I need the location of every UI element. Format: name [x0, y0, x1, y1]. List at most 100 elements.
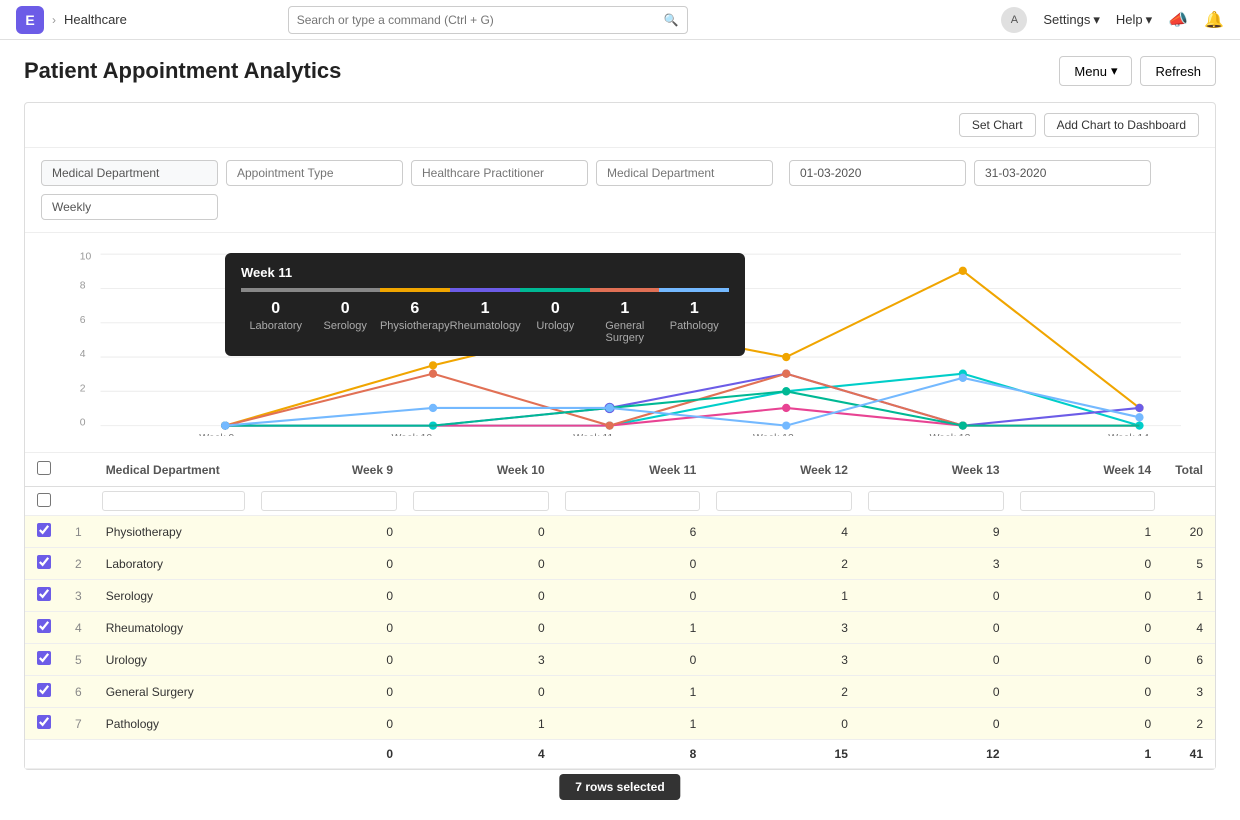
filter-w11-input[interactable]: [565, 491, 701, 511]
row-total: 20: [1163, 516, 1215, 548]
row-w12: 0: [708, 708, 860, 740]
bar-pat: [659, 288, 729, 292]
filter-w10-cell[interactable]: [405, 487, 557, 516]
row-checkbox[interactable]: [37, 523, 51, 537]
row-w11: 0: [557, 580, 709, 612]
filter-num-cell: [63, 487, 94, 516]
row-checkbox-cell[interactable]: [25, 516, 63, 548]
bar-phy: [380, 288, 450, 292]
row-w9: 0: [253, 516, 405, 548]
filter-w10-input[interactable]: [413, 491, 549, 511]
dot-uro-w11: [605, 421, 613, 429]
header-medical-dept: Medical Department: [94, 453, 254, 487]
row-w12: 1: [708, 580, 860, 612]
tooltip-data: 0 Laboratory 0 Serology 6 Physiotherapy …: [241, 300, 729, 344]
filter-w13-input[interactable]: [868, 491, 1004, 511]
row-checkbox[interactable]: [37, 587, 51, 601]
row-checkbox-cell[interactable]: [25, 548, 63, 580]
row-w14: 0: [1012, 548, 1164, 580]
search-bar[interactable]: 🔍: [288, 6, 688, 34]
filter-w14-input[interactable]: [1020, 491, 1156, 511]
row-w14: 0: [1012, 644, 1164, 676]
nav-right: A Settings ▾ Help ▾ 📣 🔔: [1001, 7, 1224, 33]
row-checkbox-cell[interactable]: [25, 676, 63, 708]
bell-icon[interactable]: 🔔: [1204, 10, 1224, 30]
row-checkbox[interactable]: [37, 715, 51, 729]
row-checkbox-cell[interactable]: [25, 708, 63, 740]
department-filter-2[interactable]: [596, 160, 773, 186]
practitioner-filter[interactable]: [411, 160, 588, 186]
filter-w9-input[interactable]: [261, 491, 397, 511]
filter-dept-cell[interactable]: [94, 487, 254, 516]
refresh-button[interactable]: Refresh: [1140, 56, 1216, 86]
filter-w13-cell[interactable]: [860, 487, 1012, 516]
filter-w12-cell[interactable]: [708, 487, 860, 516]
filter-check: [25, 487, 63, 516]
breadcrumb-label: Healthcare: [64, 12, 127, 27]
settings-button[interactable]: Settings ▾: [1043, 12, 1100, 28]
row-checkbox-cell[interactable]: [25, 612, 63, 644]
medical-department-filter[interactable]: [41, 160, 218, 186]
row-checkbox-cell[interactable]: [25, 644, 63, 676]
row-w9: 0: [253, 644, 405, 676]
row-checkbox[interactable]: [37, 555, 51, 569]
row-w9: 0: [253, 612, 405, 644]
x-label-w13: Week 13: [930, 433, 971, 436]
total-total: 41: [1163, 740, 1215, 769]
row-num: 6: [63, 676, 94, 708]
date-from-filter[interactable]: [789, 160, 966, 186]
menu-button[interactable]: Menu ▾: [1059, 56, 1132, 86]
row-w11: 0: [557, 644, 709, 676]
total-w14: 1: [1012, 740, 1164, 769]
filter-w14-cell[interactable]: [1012, 487, 1164, 516]
megaphone-icon[interactable]: 📣: [1168, 10, 1188, 30]
tooltip-col-lab: 0 Laboratory: [241, 300, 310, 344]
row-w14: 0: [1012, 676, 1164, 708]
total-dept: [94, 740, 254, 769]
row-checkbox[interactable]: [37, 651, 51, 665]
period-filter[interactable]: [41, 194, 218, 220]
filter-w11-cell[interactable]: [557, 487, 709, 516]
add-chart-button[interactable]: Add Chart to Dashboard: [1044, 113, 1199, 137]
filter-dept-input[interactable]: [102, 491, 246, 511]
set-chart-button[interactable]: Set Chart: [959, 113, 1036, 137]
select-all-checkbox[interactable]: [37, 461, 51, 475]
row-w11: 6: [557, 516, 709, 548]
filter-row-checkbox[interactable]: [33, 493, 55, 507]
rows-selected-badge: 7 rows selected: [559, 774, 680, 800]
help-button[interactable]: Help ▾: [1116, 12, 1152, 28]
filter-w12-input[interactable]: [716, 491, 852, 511]
dot-phy-w13: [959, 267, 967, 275]
row-checkbox[interactable]: [37, 683, 51, 697]
row-total: 2: [1163, 708, 1215, 740]
tooltip-col-rhe: 1 Rheumatology: [450, 300, 521, 344]
appointment-type-filter[interactable]: [226, 160, 403, 186]
dot-pat-w9: [221, 421, 229, 429]
date-to-filter[interactable]: [974, 160, 1151, 186]
search-input[interactable]: [297, 13, 664, 27]
filter-w9-cell[interactable]: [253, 487, 405, 516]
row-w9: 0: [253, 548, 405, 580]
row-checkbox[interactable]: [37, 619, 51, 633]
row-num: 7: [63, 708, 94, 740]
row-w10: 3: [405, 644, 557, 676]
line-general-surgery: [225, 391, 1139, 425]
tooltip-week: Week 11: [241, 265, 729, 280]
total-check: [25, 740, 63, 769]
dot-uro-w12: [782, 370, 790, 378]
row-dept: Urology: [94, 644, 254, 676]
x-label-w9: Week 9: [199, 433, 234, 436]
tooltip-col-phy: 6 Physiotherapy: [380, 300, 450, 344]
row-w10: 1: [405, 708, 557, 740]
table-filter-row: [25, 487, 1215, 516]
x-label-w14: Week 14: [1108, 433, 1149, 436]
table-body: 1 Physiotherapy 0 0 6 4 9 1 20 2 Laborat…: [25, 516, 1215, 740]
tooltip-bars: [241, 288, 729, 292]
row-checkbox-cell[interactable]: [25, 580, 63, 612]
total-w13: 12: [860, 740, 1012, 769]
row-w12: 4: [708, 516, 860, 548]
tooltip-col-gen: 1 General Surgery: [590, 300, 659, 344]
filter-total-cell: [1163, 487, 1215, 516]
tooltip-col-uro: 0 Urology: [521, 300, 590, 344]
avatar[interactable]: A: [1001, 7, 1027, 33]
